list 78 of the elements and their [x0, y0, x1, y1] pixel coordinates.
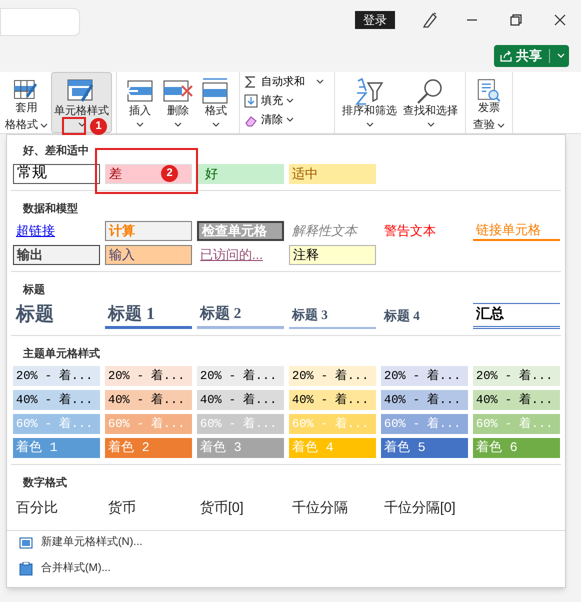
cell-style-option[interactable]: 标题 1	[105, 302, 192, 328]
cell-style-option[interactable]: 输出	[13, 245, 100, 265]
cell-style-option[interactable]: 差 2	[105, 164, 192, 184]
section-heading: 数字格式	[22, 476, 68, 491]
menu-item[interactable]: 合并样式(M)...	[19, 560, 565, 576]
cell-style-option[interactable]: 20% - 着...	[381, 366, 468, 386]
cell-style-option[interactable]: 解释性文本	[289, 221, 376, 241]
share-icon	[500, 50, 512, 62]
caret-icon	[78, 122, 86, 128]
caret-icon	[40, 122, 48, 128]
cell-style-option[interactable]: 注释	[289, 245, 376, 265]
cell-style-option[interactable]: 40% - 着...	[13, 390, 100, 410]
cell-style-option[interactable]: 40% - 着...	[289, 390, 376, 410]
ribbon-button[interactable]: 删除	[159, 72, 197, 133]
caret-icon	[426, 122, 434, 128]
caret-icon	[557, 53, 565, 59]
sigma-icon	[244, 75, 258, 89]
ribbon-button[interactable]: 套用 格格式	[2, 72, 51, 133]
caret-icon	[366, 122, 374, 128]
cell-style-option[interactable]: 警告文本	[381, 221, 468, 241]
pen-icon	[421, 11, 439, 29]
caret-icon	[286, 98, 294, 104]
cell-style-option[interactable]: 标题	[13, 302, 100, 328]
ribbon-button[interactable]: 自动求和	[244, 74, 324, 90]
cell-style-option[interactable]: 20% - 着...	[473, 366, 560, 386]
cell-style-option[interactable]: 汇总	[473, 302, 560, 328]
restore-icon	[509, 13, 523, 27]
cell-style-option[interactable]: 输入	[105, 245, 192, 265]
caret-icon	[286, 117, 294, 123]
search-field[interactable]	[0, 8, 80, 36]
section-heading: 标题	[22, 282, 46, 298]
cell-style-option[interactable]: 常规	[13, 164, 100, 184]
sort-filter-icon	[354, 77, 386, 105]
cell-style-option[interactable]: 20% - 着...	[289, 366, 376, 386]
cell-style-option[interactable]: 千位分隔[0]	[381, 496, 468, 520]
ribbon-button[interactable]: 清除	[244, 112, 324, 128]
cell-style-option[interactable]: 好	[197, 164, 284, 184]
ribbon-button[interactable]: 填充	[244, 93, 324, 109]
cell-style-option[interactable]: 适中	[289, 164, 376, 184]
clipboard-icon	[19, 562, 33, 576]
caret-icon	[136, 122, 144, 128]
highlight-frame	[62, 117, 86, 135]
caret-icon	[316, 79, 324, 85]
fill-icon	[244, 94, 258, 108]
ribbon-button[interactable]: 格式	[197, 72, 235, 133]
cell-style-option[interactable]: 标题 2	[197, 302, 284, 328]
cell-style-option[interactable]: 40% - 着...	[197, 390, 284, 410]
ribbon-button[interactable]: 排序和筛选	[339, 72, 400, 133]
caret-icon	[174, 122, 182, 128]
cell-style-option[interactable]: 着色 5	[381, 438, 468, 458]
ribbon-button[interactable]: 查找和选择	[400, 72, 461, 133]
cell-style-option[interactable]: 百分比	[13, 496, 100, 520]
ribbon-button[interactable]: 插入	[121, 72, 159, 133]
login-button[interactable]: 登录	[355, 11, 395, 29]
menu-item[interactable]: 新建单元格样式(N)...	[19, 534, 565, 550]
new-style-icon	[19, 536, 33, 550]
section-heading: 主题单元格样式	[22, 346, 101, 362]
cell-style-option[interactable]: 超链接	[13, 221, 100, 241]
cell-style-option[interactable]: 标题 3	[289, 302, 376, 328]
caret-icon	[212, 122, 220, 128]
close-icon	[553, 13, 567, 27]
cell-style-option[interactable]: 40% - 着...	[105, 390, 192, 410]
cell-style-option[interactable]: 标题 4	[381, 302, 468, 328]
cell-style-option[interactable]: 20% - 着...	[13, 366, 100, 386]
step-number: 2	[161, 164, 178, 182]
caret-icon	[497, 122, 505, 128]
ribbon-button[interactable]: 发票 查验	[470, 72, 508, 133]
cell-style-option[interactable]: 千位分隔	[289, 496, 376, 520]
cell-style-option[interactable]: 40% - 着...	[473, 390, 560, 410]
cell-style-option[interactable]: 40% - 着...	[381, 390, 468, 410]
cell-style-option[interactable]: 20% - 着...	[105, 366, 192, 386]
cell-style-option[interactable]: 20% - 着...	[197, 366, 284, 386]
section-heading: 好、差和适中	[22, 144, 90, 159]
cell-style-option[interactable]: 货币[0]	[197, 496, 284, 520]
cell-style-option[interactable]: 已访问的...	[197, 245, 284, 265]
section-heading: 数据和模型	[22, 202, 79, 216]
cell-style-option[interactable]: 货币	[105, 496, 192, 520]
share-button[interactable]: 共享	[494, 45, 569, 67]
